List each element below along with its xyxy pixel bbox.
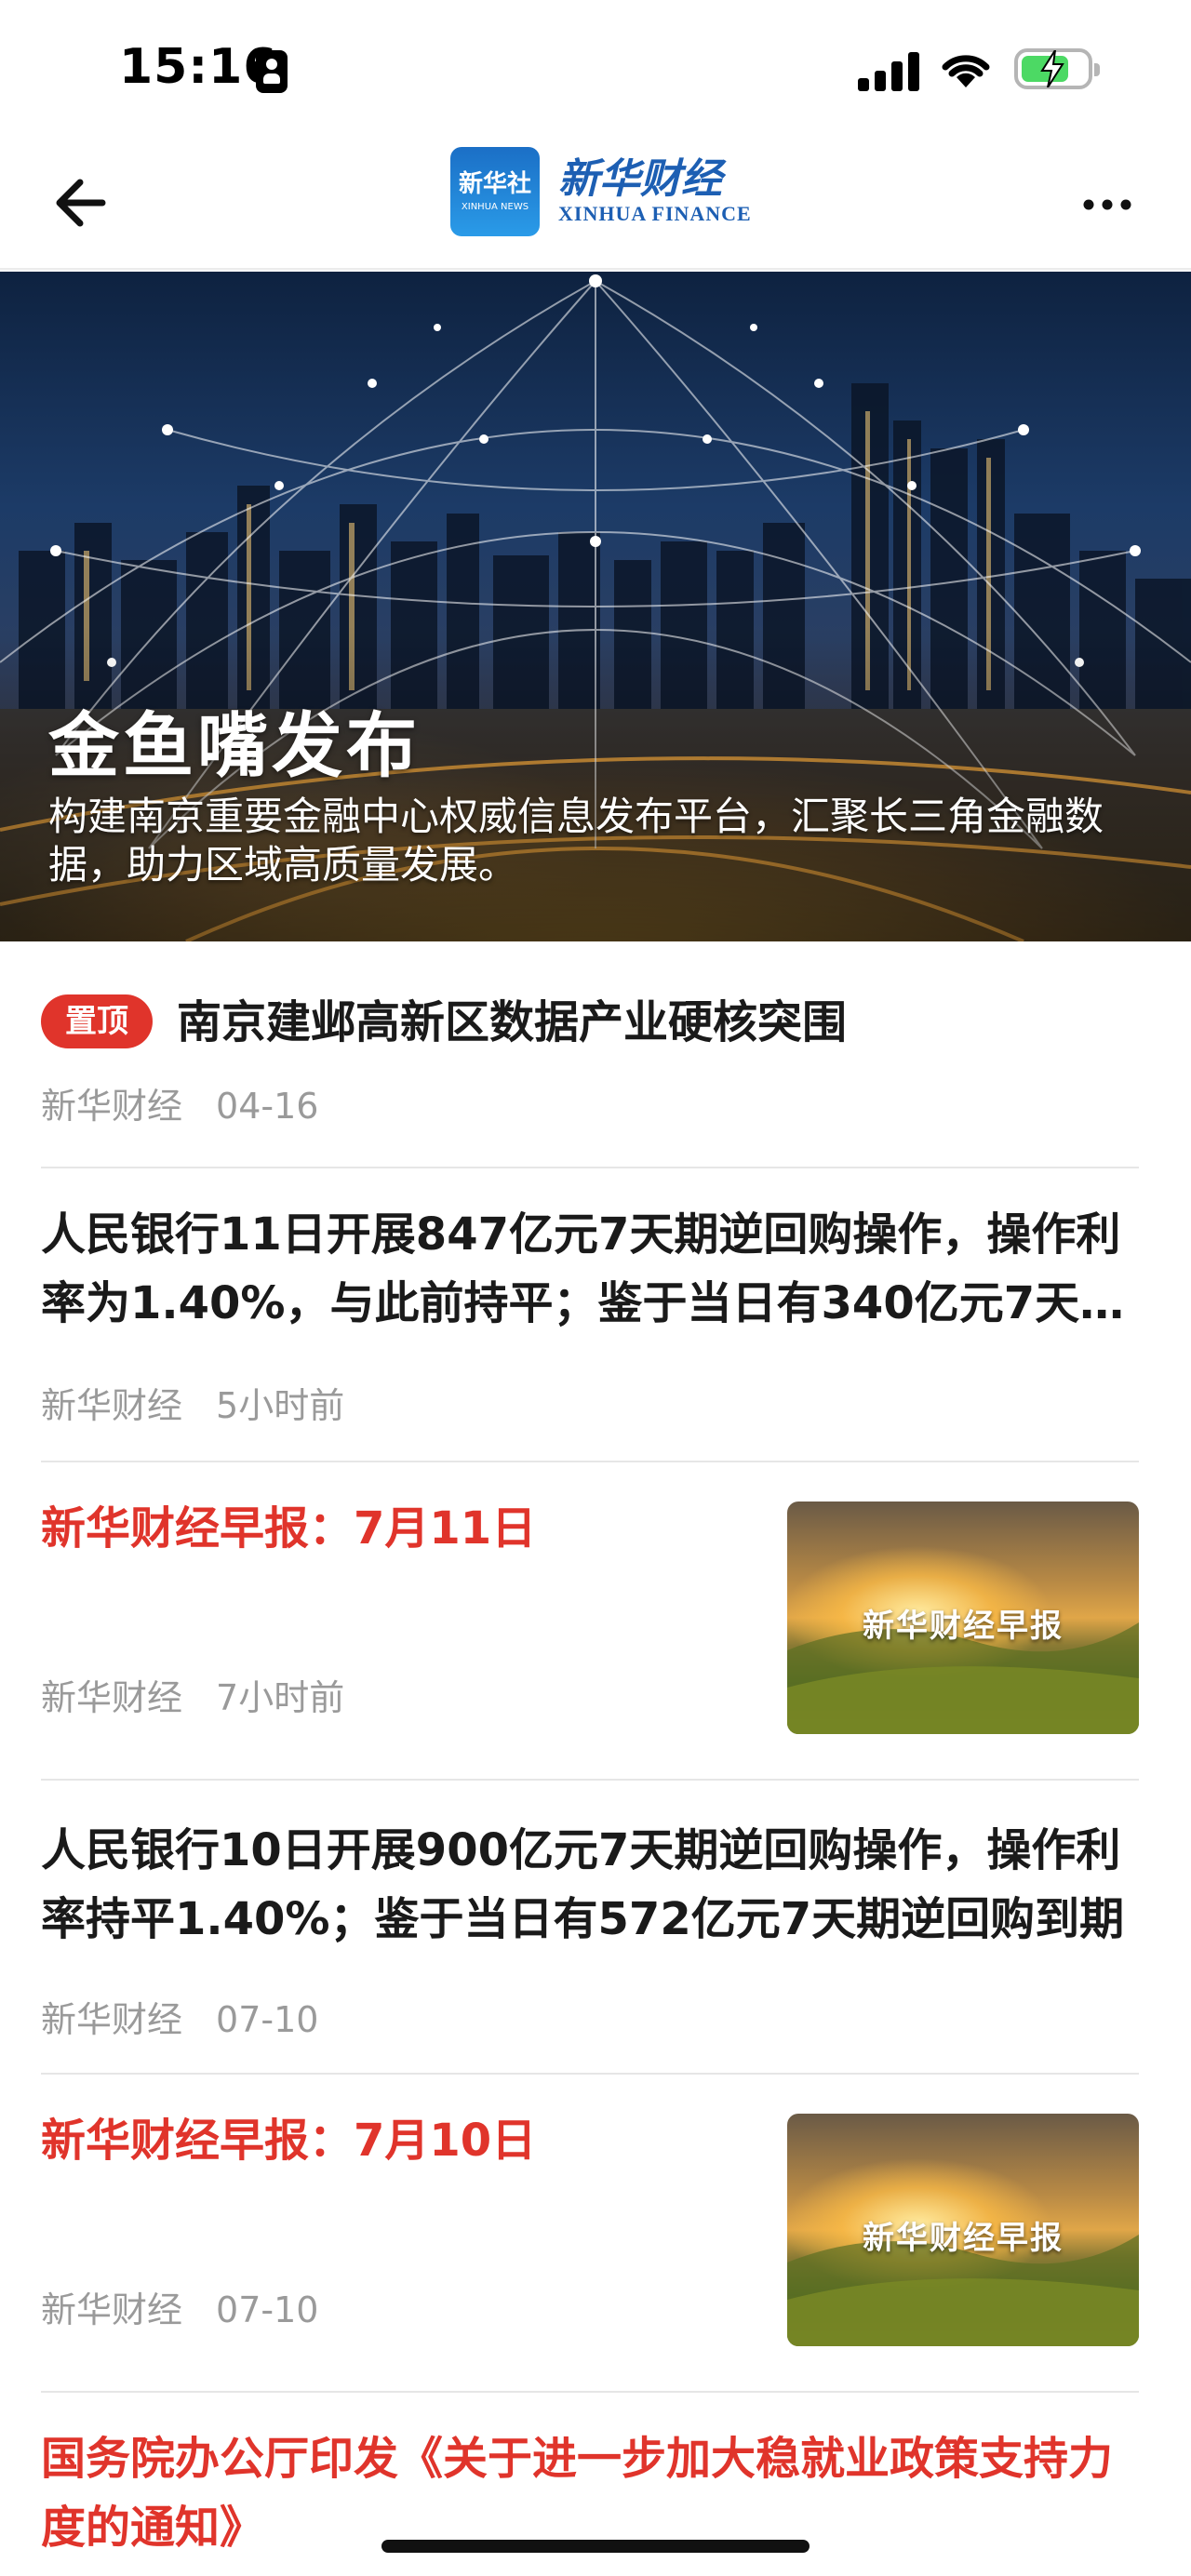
news-thumbnail: 新华财经早报	[787, 2114, 1139, 2346]
news-time: 7小时前	[216, 1677, 345, 1718]
news-title: 新华财经早报：7月11日	[41, 1502, 537, 1555]
news-source: 新华财经	[41, 2289, 183, 2330]
news-item-pinned[interactable]: 置顶 南京建邺高新区数据产业硬核突围 新华财经 04-16	[41, 941, 1139, 1168]
back-arrow-icon[interactable]	[48, 166, 123, 240]
news-title: 人民银行11日开展847亿元7天期逆回购操作，操作利率为1.40%，与此前持平；…	[41, 1208, 1125, 1329]
app-header: 新华社 XINHUA NEWS 新华财经 XINHUA FINANCE	[0, 140, 1191, 270]
news-meta: 新华财经 04-16	[41, 1077, 318, 1128]
status-bar: 15:16	[0, 0, 1191, 140]
news-title: 南京建邺高新区数据产业硬核突围	[177, 996, 848, 1048]
xinhua-finance-logo: 新华社 XINHUA NEWS 新华财经 XINHUA FINANCE	[450, 147, 752, 236]
news-item[interactable]: 人民银行10日开展900亿元7天期逆回购操作，操作利率持平1.40%；鉴于当日有…	[41, 1781, 1139, 2075]
news-time: 04-16	[216, 1086, 319, 1127]
thumbnail-caption: 新华财经早报	[863, 1608, 1064, 1645]
news-meta: 新华财经 5小时前	[41, 1377, 344, 1428]
pinned-badge: 置顶	[41, 994, 153, 1048]
contact-card-icon	[256, 50, 288, 93]
hero-banner[interactable]: 金鱼嘴发布 构建南京重要金融中心权威信息发布平台，汇聚长三角金融数据，助力区域高…	[0, 272, 1191, 941]
status-time: 15:16	[119, 39, 278, 95]
news-meta: 新华财经 07-10	[41, 1991, 318, 2042]
news-time: 5小时前	[216, 1385, 345, 1426]
battery-charging-icon	[1014, 48, 1100, 89]
news-thumbnail: 新华财经早报	[787, 1502, 1139, 1734]
news-source: 新华财经	[41, 1385, 183, 1426]
news-meta: 新华财经 7小时前	[41, 1669, 344, 1720]
news-item[interactable]: 人民银行11日开展847亿元7天期逆回购操作，操作利率为1.40%，与此前持平；…	[41, 1168, 1139, 1462]
logo-wordmark: 新华财经 XINHUA FINANCE	[558, 154, 752, 226]
banner-description: 构建南京重要金融中心权威信息发布平台，汇聚长三角金融数据，助力区域高质量发展。	[48, 794, 1104, 888]
news-item[interactable]: 新华财经早报：7月11日 新华财经 7小时前 新华财经早报	[41, 1462, 1139, 1781]
cellular-signal-icon	[858, 50, 921, 91]
wifi-icon	[942, 55, 990, 87]
news-title: 新华财经早报：7月10日	[41, 2115, 537, 2167]
news-source: 新华财经	[41, 1086, 183, 1127]
home-indicator[interactable]	[381, 2540, 810, 2553]
news-time: 07-10	[216, 2289, 319, 2330]
thumbnail-caption: 新华财经早报	[863, 2220, 1064, 2257]
news-title: 人民银行10日开展900亿元7天期逆回购操作，操作利率持平1.40%；鉴于当日有…	[41, 1824, 1125, 1945]
news-item[interactable]: 新华财经早报：7月10日 新华财经 07-10 新华财经早报	[41, 2075, 1139, 2393]
news-meta: 新华财经 07-10	[41, 2281, 318, 2332]
banner-title: 金鱼嘴发布	[48, 704, 421, 787]
more-options-icon[interactable]	[1079, 186, 1135, 223]
news-source: 新华财经	[41, 1677, 183, 1718]
news-source: 新华财经	[41, 1999, 183, 2040]
news-time: 07-10	[216, 1999, 319, 2040]
xinhua-news-badge: 新华社 XINHUA NEWS	[450, 147, 540, 236]
